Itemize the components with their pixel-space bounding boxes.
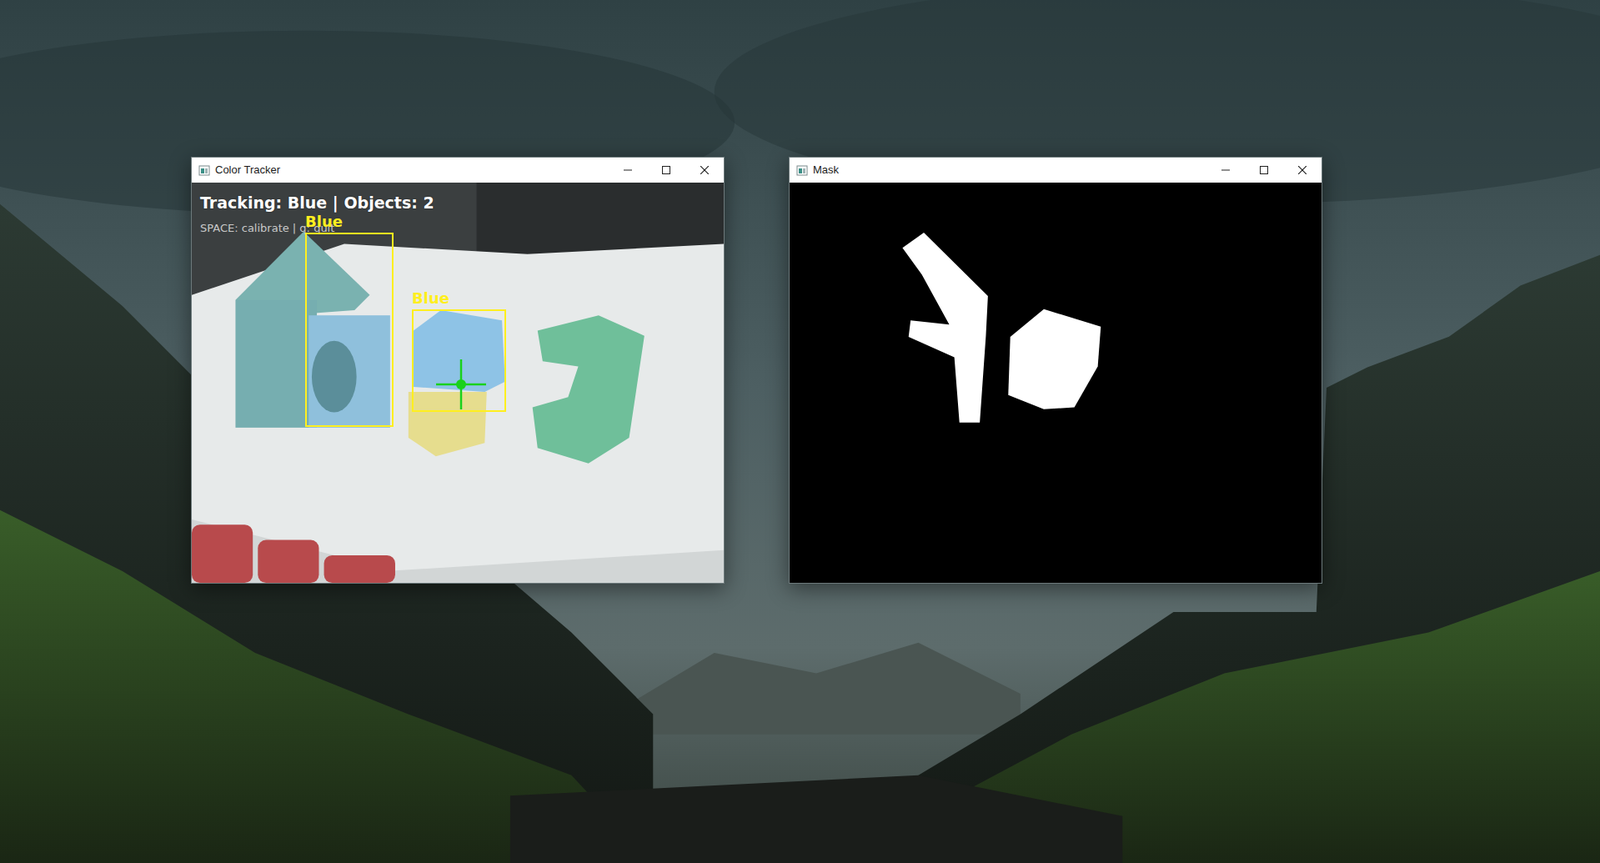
desktop: Color Tracker SPACE: calibrate | q: quitT… bbox=[0, 0, 1600, 863]
app-icon bbox=[198, 165, 211, 176]
detection-label: Blue bbox=[411, 289, 450, 308]
app-window[interactable]: Color Tracker SPACE: calibrate | q: quitT… bbox=[190, 156, 725, 584]
app-icon bbox=[796, 165, 808, 176]
close-icon bbox=[700, 165, 709, 175]
maximize-icon bbox=[1259, 165, 1269, 175]
minimize-button[interactable] bbox=[608, 157, 648, 183]
close-button[interactable] bbox=[1283, 157, 1322, 183]
detection-box: Blue bbox=[305, 232, 394, 427]
window-title: Mask bbox=[807, 161, 1207, 179]
minimize-icon bbox=[1221, 165, 1230, 175]
close-icon bbox=[1298, 165, 1307, 175]
maximize-icon bbox=[662, 165, 671, 175]
maximize-button[interactable] bbox=[1244, 157, 1284, 183]
title-bar[interactable]: Color Tracker bbox=[191, 157, 724, 183]
window-title: Color Tracker bbox=[210, 161, 609, 179]
close-button[interactable] bbox=[685, 157, 724, 183]
crosshair-icon bbox=[436, 359, 487, 410]
detection-box: Blue bbox=[411, 309, 507, 412]
minimize-button[interactable] bbox=[1206, 157, 1245, 183]
status-text: Tracking: Blue | Objects: 2 bbox=[200, 190, 435, 216]
mask-view bbox=[789, 182, 1322, 583]
minimize-icon bbox=[623, 165, 632, 175]
mask-image bbox=[789, 182, 1322, 583]
detection-label: Blue bbox=[305, 212, 343, 231]
camera-view: SPACE: calibrate | q: quitTracking: Blue… bbox=[191, 182, 724, 583]
title-bar[interactable]: Mask bbox=[789, 157, 1322, 183]
maximize-button[interactable] bbox=[647, 157, 686, 183]
app-window[interactable]: Mask bbox=[788, 156, 1323, 584]
